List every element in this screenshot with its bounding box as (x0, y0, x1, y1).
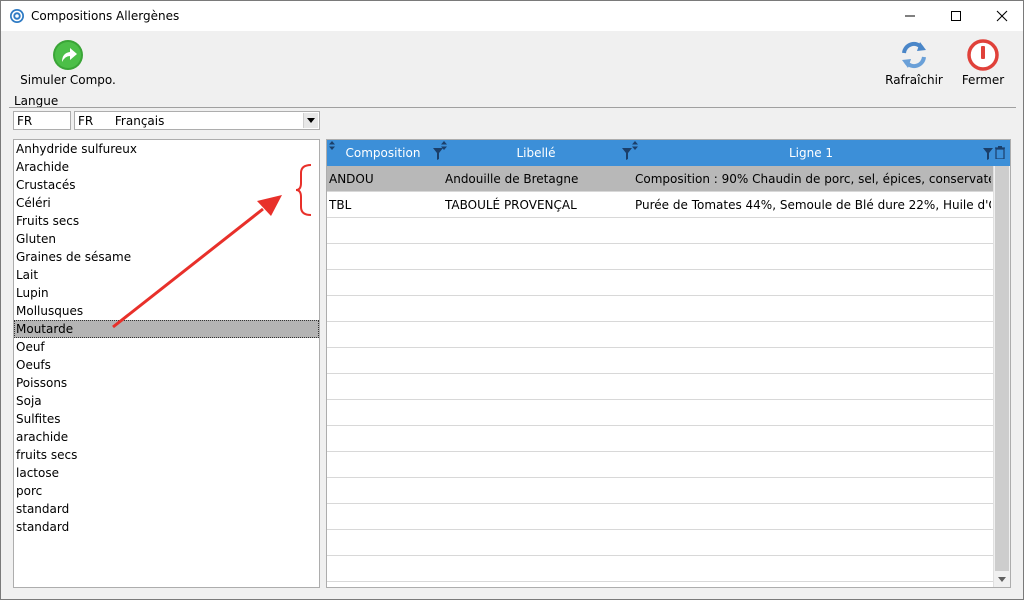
refresh-icon (902, 41, 926, 69)
app-icon (10, 9, 24, 23)
grid-header: Composition Libellé Ligne 1 (327, 140, 1010, 166)
empty-row[interactable] (327, 530, 994, 556)
allergen-item[interactable]: Sulfites (14, 410, 319, 428)
minimize-button[interactable] (887, 1, 933, 31)
empty-row[interactable] (327, 426, 994, 452)
table-cell: Composition : 90% Chaudin de porc, sel, … (635, 172, 991, 186)
chevron-down-icon (998, 576, 1006, 582)
allergen-item[interactable]: standard (14, 518, 319, 536)
empty-row[interactable] (327, 556, 994, 582)
allergen-item[interactable]: Gluten (14, 230, 319, 248)
allergen-item[interactable]: Anhydride sulfureux (14, 140, 319, 158)
empty-row[interactable] (327, 296, 994, 322)
sort-icon[interactable] (329, 141, 335, 150)
allergen-item[interactable]: Lupin (14, 284, 319, 302)
close-window-button[interactable] (979, 1, 1024, 31)
table-cell: Andouille de Bretagne (445, 172, 579, 186)
scrollbar-thumb[interactable] (995, 166, 1009, 571)
allergen-item[interactable]: Graines de sésame (14, 248, 319, 266)
empty-row[interactable] (327, 348, 994, 374)
allergen-item[interactable]: Soja (14, 392, 319, 410)
allergen-item[interactable]: porc (14, 482, 319, 500)
allergen-item[interactable]: standard (14, 500, 319, 518)
allergen-list[interactable]: Anhydride sulfureux Arachide Crustacés Célé… (13, 139, 320, 588)
empty-row[interactable] (327, 374, 994, 400)
allergen-item[interactable]: Moutarde (14, 320, 319, 338)
title-bar: Compositions Allergènes (1, 1, 1023, 31)
table-cell: ANDOU (329, 172, 374, 186)
trash-icon[interactable] (995, 146, 1005, 159)
composition-grid: Composition Libellé Ligne 1 ANDOU Andouil… (326, 139, 1011, 588)
close-app-label: Fermer (961, 73, 1005, 87)
empty-row[interactable] (327, 322, 994, 348)
scroll-down-button[interactable] (994, 571, 1010, 587)
allergen-item[interactable]: lactose (14, 464, 319, 482)
close-icon (996, 10, 1008, 22)
empty-row[interactable] (327, 478, 994, 504)
dropdown-button[interactable] (303, 113, 318, 128)
power-icon (967, 39, 999, 71)
table-row[interactable]: ANDOU Andouille de Bretagne Composition : … (327, 166, 994, 192)
column-header-libelle[interactable]: Libellé (439, 140, 633, 166)
allergen-item[interactable]: Mollusques (14, 302, 319, 320)
separator (9, 107, 1016, 108)
minimize-icon (905, 15, 915, 17)
allergen-item[interactable]: Crustacés (14, 176, 319, 194)
table-row[interactable]: TBL TABOULÉ PROVENÇAL Purée de Tomates 44%… (327, 192, 994, 218)
allergen-item[interactable]: Fruits secs (14, 212, 319, 230)
chevron-down-icon (307, 118, 315, 123)
allergen-item[interactable]: Poissons (14, 374, 319, 392)
close-app-button[interactable]: Fermer (955, 39, 1011, 87)
allergen-item[interactable]: fruits secs (14, 446, 319, 464)
language-code-value: FR (17, 114, 33, 128)
empty-row[interactable] (327, 452, 994, 478)
window-title: Compositions Allergènes (31, 9, 180, 23)
allergen-item[interactable]: Oeufs (14, 356, 319, 374)
filter-icon[interactable] (983, 148, 993, 160)
empty-row[interactable] (327, 400, 994, 426)
empty-row[interactable] (327, 244, 994, 270)
allergen-item[interactable]: Lait (14, 266, 319, 284)
column-header-composition[interactable]: Composition (327, 140, 439, 166)
simulate-compo-button[interactable]: Simuler Compo. (19, 39, 117, 87)
refresh-label: Rafraîchir (885, 73, 943, 87)
filter-icon[interactable] (622, 148, 632, 160)
simulate-compo-label: Simuler Compo. (20, 73, 116, 87)
language-code-field[interactable]: FR (13, 111, 71, 130)
language-select[interactable]: FR Français (74, 111, 320, 130)
allergen-item[interactable]: Céléri (14, 194, 319, 212)
empty-row[interactable] (327, 218, 994, 244)
language-label: Langue (14, 94, 59, 108)
empty-row[interactable] (327, 270, 994, 296)
maximize-button[interactable] (933, 1, 979, 31)
allergen-item[interactable]: Arachide (14, 158, 319, 176)
table-cell: TBL (329, 198, 352, 212)
language-select-code: FR (78, 114, 94, 128)
empty-row[interactable] (327, 504, 994, 530)
green-arrow-icon (53, 40, 83, 70)
allergen-item[interactable]: Oeuf (14, 338, 319, 356)
refresh-button[interactable]: Rafraîchir (883, 39, 945, 87)
main-window: Compositions Allergènes Simuler Compo. R… (0, 0, 1024, 600)
table-cell: Purée de Tomates 44%, Semoule de Blé dur… (635, 198, 991, 212)
column-header-ligne1[interactable]: Ligne 1 (633, 140, 989, 166)
maximize-icon (951, 11, 961, 21)
vertical-scrollbar[interactable] (993, 166, 1010, 587)
allergen-item[interactable]: arachide (14, 428, 319, 446)
language-select-name: Français (114, 114, 165, 128)
table-cell: TABOULÉ PROVENÇAL (445, 198, 577, 212)
